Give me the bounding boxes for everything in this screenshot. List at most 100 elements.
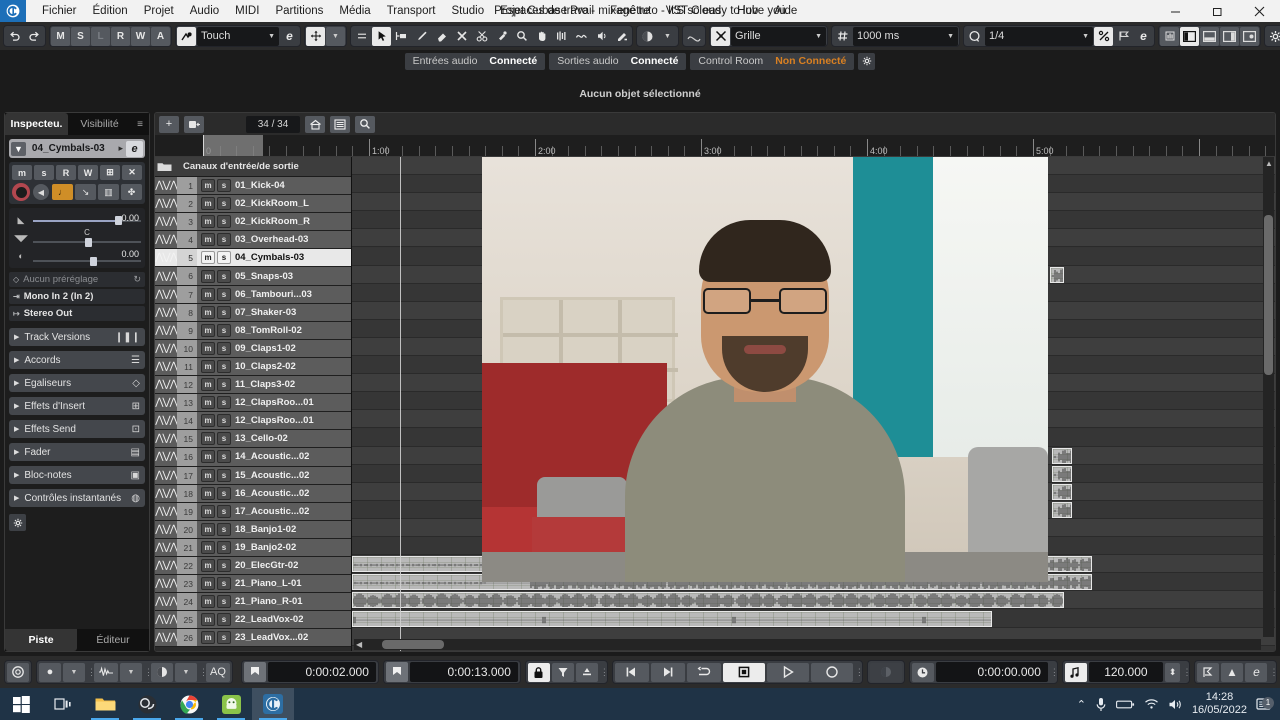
scroll-up-icon[interactable]: ▲ — [1265, 159, 1273, 168]
track-row[interactable]: ⋀⋁⋀ 19 m s 17_Acoustic...02 — [155, 502, 351, 521]
track-mute-button[interactable]: m — [201, 577, 215, 591]
taskbar-clock[interactable]: 14:28 16/05/2022 — [1192, 691, 1247, 717]
inspector-write-button[interactable]: W — [78, 165, 98, 180]
track-solo-button[interactable]: s — [217, 468, 231, 482]
tab-editeur[interactable]: Éditeur — [77, 629, 149, 651]
chevron-down-icon[interactable]: ▼ — [11, 141, 26, 156]
track-name[interactable]: 06_Tambouri...03 — [235, 289, 312, 300]
track-row[interactable]: ⋀⋁⋀ 21 m s 19_Banjo2-02 — [155, 538, 351, 557]
section-effets-send[interactable]: ▶ Effets Send ⊡ — [9, 420, 145, 438]
preset-row[interactable]: ◇ Aucun préréglage ↻ — [9, 272, 145, 287]
lock-icon[interactable] — [527, 662, 550, 682]
track-name[interactable]: 23_LeadVox...02 — [235, 632, 308, 643]
quantize-edit-button[interactable]: e — [1134, 27, 1153, 46]
audio-event-clip[interactable] — [1052, 483, 1072, 500]
glue-tool-icon[interactable] — [492, 27, 511, 46]
connections-gear-icon[interactable] — [858, 52, 876, 70]
play-button[interactable] — [766, 662, 809, 682]
minimize-button[interactable] — [1154, 0, 1196, 22]
track-solo-button[interactable]: s — [217, 450, 231, 464]
color-tool-icon[interactable] — [612, 27, 631, 46]
track-row[interactable]: ⋀⋁⋀ 9 m s 08_TomRoll-02 — [155, 321, 351, 340]
track-row[interactable]: ⋀⋁⋀ 17 m s 15_Acoustic...02 — [155, 466, 351, 485]
track-mute-button[interactable]: m — [201, 378, 215, 392]
track-row[interactable]: ⋀⋁⋀ 20 m s 18_Banjo1-02 — [155, 520, 351, 539]
track-name[interactable]: 11_Claps3-02 — [235, 379, 295, 390]
record-button[interactable] — [810, 662, 853, 682]
jog-icon[interactable] — [869, 662, 902, 682]
inspector-edit-button[interactable]: e — [126, 140, 143, 157]
link-tool-icon[interactable] — [352, 27, 371, 46]
linear-mode-button[interactable]: ↘ — [75, 184, 96, 200]
inspector-lanes-button[interactable]: ⊞ — [100, 165, 120, 180]
warp-tool-icon[interactable] — [552, 27, 571, 46]
track-solo-button[interactable]: s — [217, 414, 231, 428]
list-icon[interactable] — [330, 115, 350, 133]
section-egaliseurs[interactable]: ▶ Égaliseurs ◇ — [9, 374, 145, 392]
menu-item-espaces-de-travail[interactable]: Espaces de travail — [492, 3, 602, 19]
task-view-icon[interactable] — [42, 688, 84, 720]
audio-event-clip[interactable] — [352, 610, 992, 627]
track-name[interactable]: 04_Cymbals-03 — [235, 252, 304, 263]
filter-icon[interactable] — [551, 662, 574, 682]
chevron-right-icon[interactable]: ▸ — [118, 143, 123, 154]
track-name[interactable]: 08_TomRoll-02 — [235, 325, 302, 336]
right-locator-icon[interactable] — [385, 662, 408, 682]
section-controles-instantanes[interactable]: ▶ Contrôles instantanés ◍ — [9, 489, 145, 507]
track-solo-button[interactable]: s — [217, 269, 231, 283]
track-name[interactable]: 02_KickRoom_R — [235, 216, 310, 227]
track-row[interactable]: ⋀⋁⋀ 24 m s 21_Piano_R-01 — [155, 593, 351, 612]
track-mute-button[interactable]: m — [201, 414, 215, 428]
track-mute-button[interactable]: m — [201, 251, 215, 265]
scroll-left-icon[interactable]: ◀ — [356, 640, 362, 649]
track-mute-button[interactable]: m — [201, 269, 215, 283]
grid-mode-combo[interactable]: Grille ▼ — [731, 26, 826, 46]
tempo-icon[interactable] — [1064, 662, 1087, 682]
playhead-marker[interactable] — [203, 135, 204, 156]
track-row[interactable]: ⋀⋁⋀ 10 m s 09_Claps1-02 — [155, 339, 351, 358]
menu-item-edition[interactable]: Édition — [85, 3, 136, 19]
lower-zone-icon[interactable] — [1200, 26, 1219, 46]
solo-all-button[interactable]: S — [71, 26, 90, 46]
track-mute-button[interactable]: m — [201, 359, 215, 373]
freeze-button[interactable]: ✤ — [121, 184, 142, 200]
range-tool-icon[interactable] — [392, 27, 411, 46]
stop-button[interactable] — [722, 662, 765, 682]
draw-tool-icon[interactable] — [412, 27, 431, 46]
write-automation-button[interactable]: W — [131, 26, 150, 46]
track-solo-button[interactable]: s — [217, 631, 231, 645]
track-solo-button[interactable]: s — [217, 305, 231, 319]
track-row[interactable]: ⋀⋁⋀ 4 m s 03_Overhead-03 — [155, 231, 351, 250]
cycle-button[interactable] — [686, 662, 721, 682]
track-name[interactable]: 12_ClapsRoo...01 — [235, 415, 314, 426]
track-name[interactable]: 10_Claps2-02 — [235, 361, 296, 372]
menu-item-midi[interactable]: MIDI — [227, 3, 267, 19]
add-track-button[interactable]: + — [159, 115, 179, 133]
window-layout-icon[interactable] — [1240, 26, 1259, 46]
maximize-button[interactable] — [1196, 0, 1238, 22]
metronome-icon[interactable] — [151, 662, 173, 682]
pitch-icon[interactable] — [1221, 662, 1244, 682]
track-row[interactable]: ⋀⋁⋀ 1 m s 01_Kick-04 — [155, 177, 351, 196]
automation-mode-combo[interactable]: Touch ▼ — [197, 26, 279, 46]
track-name[interactable]: 21_Piano_L-01 — [235, 578, 302, 589]
windows-start-icon[interactable] — [0, 688, 42, 720]
track-solo-button[interactable]: s — [217, 287, 231, 301]
track-row[interactable]: ⋀⋁⋀ 7 m s 06_Tambouri...03 — [155, 285, 351, 304]
notifications-icon[interactable]: 1 — [1256, 696, 1274, 712]
monitor-button[interactable]: ◀ — [33, 184, 49, 200]
track-solo-button[interactable]: s — [217, 359, 231, 373]
close-button[interactable] — [1238, 0, 1280, 22]
track-row[interactable]: ⋀⋁⋀ 14 m s 12_ClapsRoo...01 — [155, 412, 351, 431]
locator-range[interactable] — [203, 135, 263, 156]
mute-all-button[interactable]: M — [51, 26, 70, 46]
section-effets-insert[interactable]: ▶ Effets d'Insert ⊞ — [9, 397, 145, 415]
track-name[interactable]: 01_Kick-04 — [235, 180, 285, 191]
grid-value-combo[interactable]: 1000 ms ▼ — [853, 26, 958, 46]
clock-icon[interactable] — [911, 662, 934, 682]
microphone-icon[interactable] — [1095, 697, 1107, 712]
track-solo-button[interactable]: s — [217, 251, 231, 265]
track-mute-button[interactable]: m — [201, 450, 215, 464]
tempo-value[interactable]: 120.000 — [1088, 662, 1163, 682]
quantize-icon[interactable] — [965, 27, 984, 46]
